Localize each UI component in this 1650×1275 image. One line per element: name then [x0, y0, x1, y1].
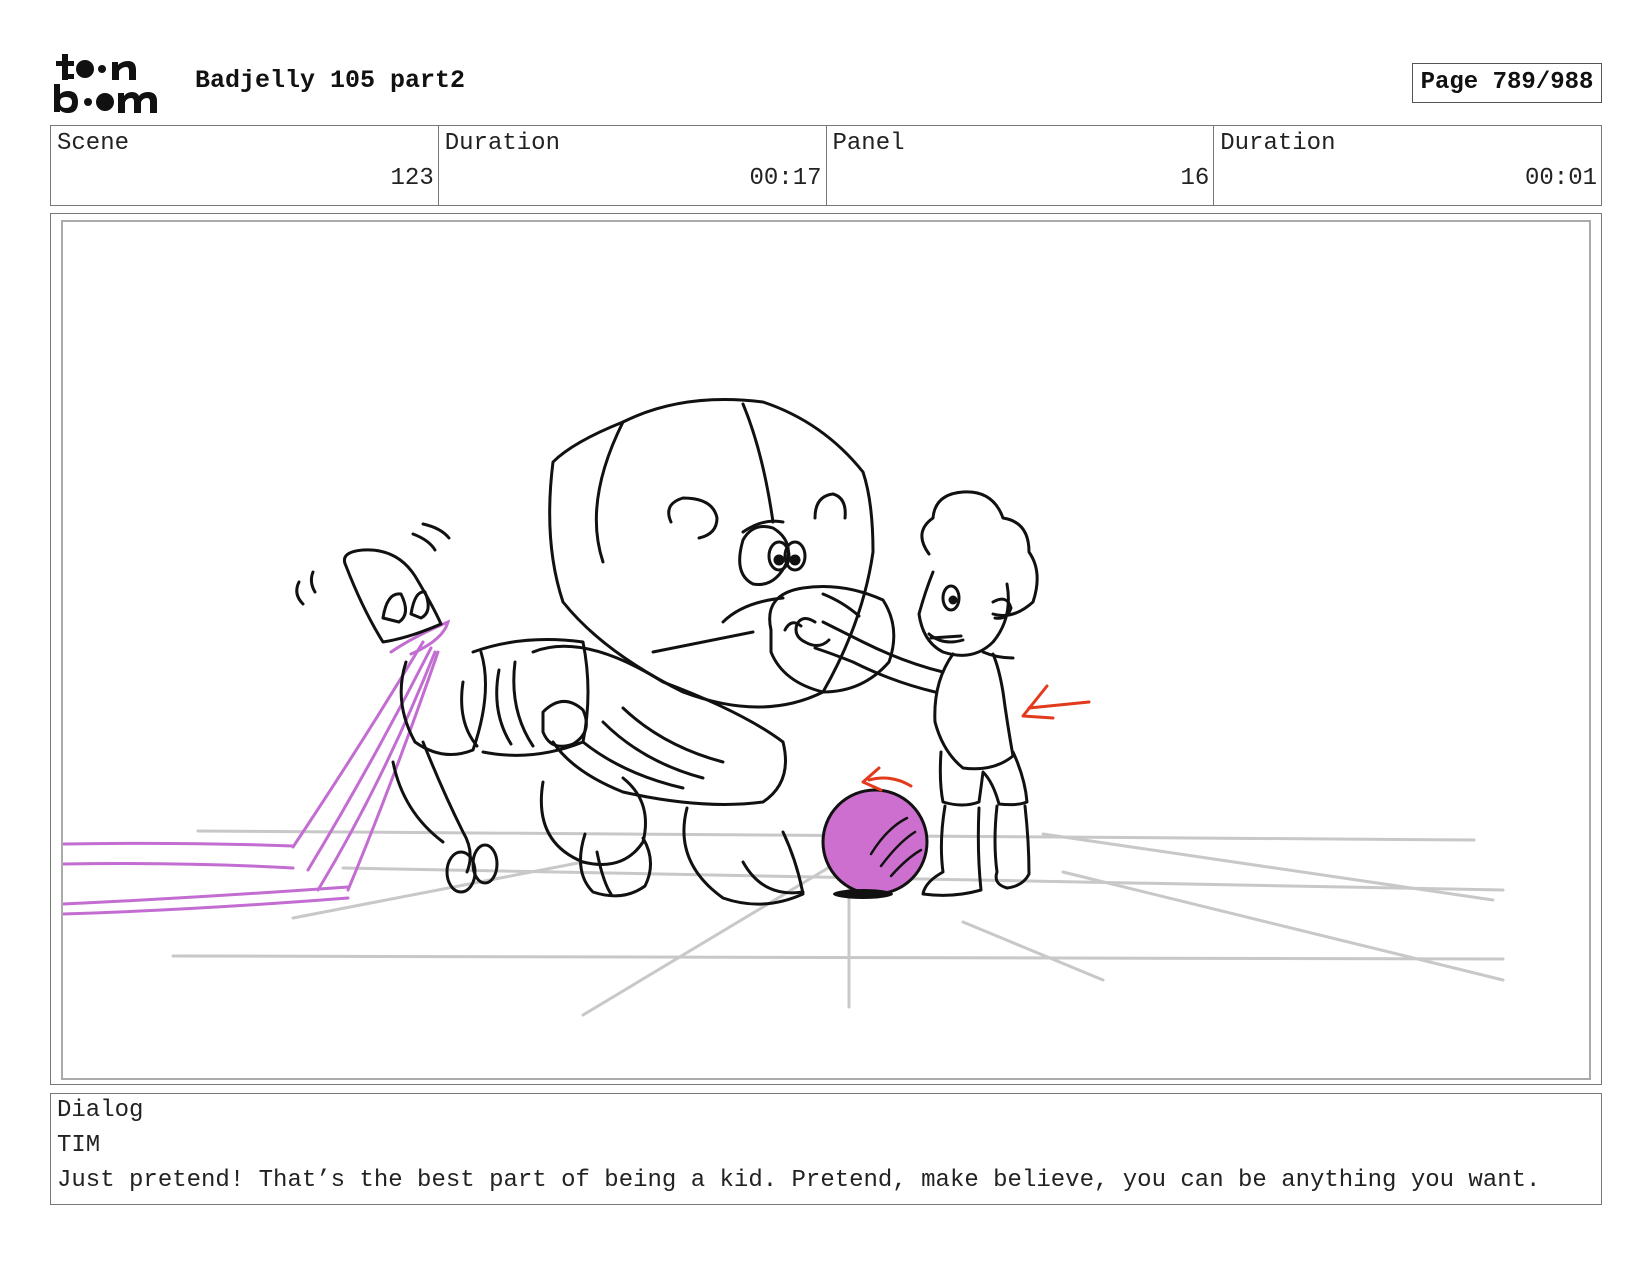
- robot-lion-sketch: [295, 398, 896, 906]
- panel-duration-label: Duration: [1220, 130, 1336, 157]
- scene-duration-cell: Duration 00:17: [439, 126, 827, 205]
- dialog-line: Just pretend! That’s the best part of be…: [57, 1167, 1541, 1194]
- scene-cell: Scene 123: [51, 126, 439, 205]
- scene-label: Scene: [57, 130, 130, 157]
- scene-number: 123: [390, 165, 434, 192]
- scene-duration-value: 00:17: [749, 165, 822, 192]
- pink-ball-sketch: [821, 788, 929, 899]
- motion-arrows: [861, 684, 1091, 792]
- scene-duration-label: Duration: [444, 130, 560, 157]
- scene-meta-row: Scene 123 Duration 00:17 Panel 16 Durati…: [50, 125, 1602, 206]
- page-counter: Page 789/988: [1412, 63, 1602, 103]
- dialog-speaker: TIM: [57, 1132, 101, 1159]
- dialog-box: Dialog TIM Just pretend! That’s the best…: [50, 1093, 1602, 1205]
- dialog-label: Dialog: [57, 1097, 144, 1124]
- panel-number: 16: [1180, 165, 1210, 192]
- panel-cell: Panel 16: [827, 126, 1215, 205]
- toon-boom-logo: [52, 52, 170, 114]
- project-title: Badjelly 105 part2: [195, 66, 466, 95]
- panel-duration-cell: Duration 00:01: [1214, 126, 1601, 205]
- storyboard-sketch: [63, 398, 1505, 1017]
- panel-duration-value: 00:01: [1524, 165, 1597, 192]
- panel-label: Panel: [832, 130, 905, 157]
- storyboard-panel-drawing: [61, 220, 1591, 1080]
